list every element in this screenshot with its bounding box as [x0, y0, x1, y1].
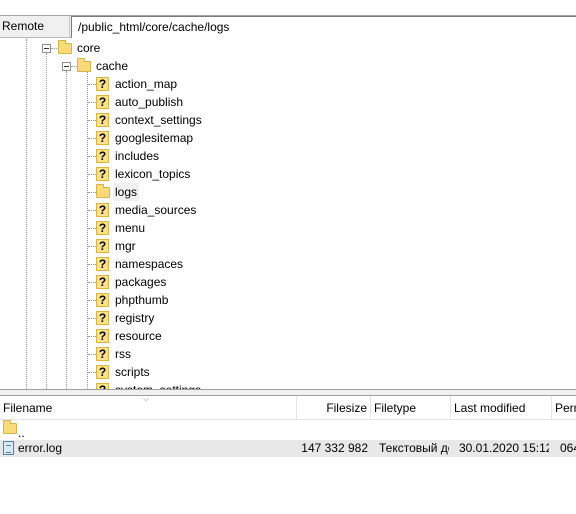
unknown-folder-icon: ?: [96, 203, 109, 217]
unknown-folder-icon: ?: [96, 311, 109, 325]
file-row-parent[interactable]: ..: [0, 420, 576, 440]
unknown-folder-icon: ?: [96, 113, 109, 127]
tree-node-label: system_settings: [115, 381, 201, 389]
tree-connector: [88, 210, 96, 211]
top-edge: [0, 0, 576, 16]
tree-connector: [88, 372, 96, 373]
remote-directory-tree: core cache ? action_map? auto_publish? cont…: [0, 39, 576, 389]
folder-icon: [96, 184, 110, 198]
column-last-modified[interactable]: Last modified: [451, 396, 552, 420]
unknown-folder-icon: ?: [96, 275, 109, 289]
tree-node-label: context_settings: [115, 113, 202, 127]
remote-file-list: ⌵ Filename Filesize Filetype Last modifi…: [0, 394, 576, 514]
column-filetype[interactable]: Filetype: [371, 396, 451, 420]
column-filename[interactable]: Filename: [0, 396, 297, 420]
file-modified: 30.01.2020 15:12:00: [459, 441, 549, 455]
unknown-folder-icon: ?: [96, 347, 109, 361]
remote-site-label: Remote site:: [0, 16, 70, 54]
tree-connector: [88, 228, 96, 229]
unknown-folder-icon: ?: [96, 221, 109, 235]
unknown-folder-icon: ?: [96, 167, 109, 181]
tree-node-label: resource: [115, 329, 162, 343]
tree-node-label: lexicon_topics: [115, 167, 191, 181]
folder-icon: [58, 40, 72, 54]
tree-connector: [88, 156, 96, 157]
unknown-folder-icon: ?: [96, 95, 109, 109]
tree-connector: [88, 336, 96, 337]
file-list-header: ⌵ Filename Filesize Filetype Last modifi…: [0, 394, 576, 420]
tree-guide-line: [46, 53, 47, 389]
unknown-folder-icon: ?: [96, 293, 109, 307]
tree-node-label: includes: [115, 149, 160, 163]
tree-node-label: rss: [115, 347, 131, 361]
tree-guide-line: [87, 71, 88, 389]
unknown-folder-icon: ?: [96, 239, 109, 253]
file-name: error.log: [18, 441, 63, 455]
tree-connector: [88, 138, 96, 139]
tree-connector: [88, 120, 96, 121]
column-permissions[interactable]: Permissions: [552, 396, 576, 420]
collapse-core-icon[interactable]: [42, 44, 51, 53]
tree-node-label: auto_publish: [115, 95, 184, 109]
tree-node-label: media_sources: [115, 203, 197, 217]
file-row-error-log[interactable]: error.log 147 332 982 Текстовый документ…: [0, 440, 576, 457]
tree-node-label: action_map: [115, 77, 178, 91]
tree-connector: [88, 264, 96, 265]
tree-connector: [88, 174, 96, 175]
unknown-folder-icon: ?: [96, 131, 109, 145]
tree-node-label: menu: [115, 221, 146, 235]
tree-node-label: scripts: [115, 365, 150, 379]
unknown-folder-icon: ?: [96, 365, 109, 379]
tree-node-label: googlesitemap: [115, 131, 194, 145]
collapse-cache-icon[interactable]: [62, 62, 71, 71]
column-filesize[interactable]: Filesize: [297, 396, 371, 420]
tree-node-label: packages: [115, 275, 167, 289]
unknown-folder-icon: ?: [96, 77, 109, 91]
tree-connector: [88, 192, 96, 193]
tree-node-label: namespaces: [115, 257, 184, 271]
pane-splitter[interactable]: [0, 389, 576, 396]
tree-connector: [88, 300, 96, 301]
remote-path-input[interactable]: /public_html/core/cache/logs: [71, 16, 576, 38]
tree-node-label: logs: [113, 183, 140, 201]
tree-node-label: phpthumb: [115, 293, 169, 307]
file-permissions: 0644: [560, 441, 576, 455]
unknown-folder-icon: ?: [96, 149, 109, 163]
tree-connector: [88, 84, 96, 85]
tree-guide-line: [26, 39, 27, 389]
unknown-folder-icon: ?: [96, 329, 109, 343]
tree-connector: [88, 354, 96, 355]
file-type: Текстовый документ: [379, 441, 449, 455]
folder-icon: [3, 420, 17, 434]
remote-site-bar: Remote site: /public_html/core/cache/log…: [0, 16, 576, 54]
tree-node-label: registry: [115, 311, 155, 325]
tree-node-label: mgr: [115, 239, 136, 253]
tree-connector: [88, 318, 96, 319]
unknown-folder-icon: ?: [96, 257, 109, 271]
tree-connector: [88, 246, 96, 247]
file-size: 147 332 982: [301, 441, 368, 455]
tree-connector: [88, 102, 96, 103]
folder-icon: [77, 58, 91, 72]
text-file-icon: [3, 441, 14, 455]
tree-guide-line: [66, 71, 67, 389]
tree-connector: [88, 282, 96, 283]
